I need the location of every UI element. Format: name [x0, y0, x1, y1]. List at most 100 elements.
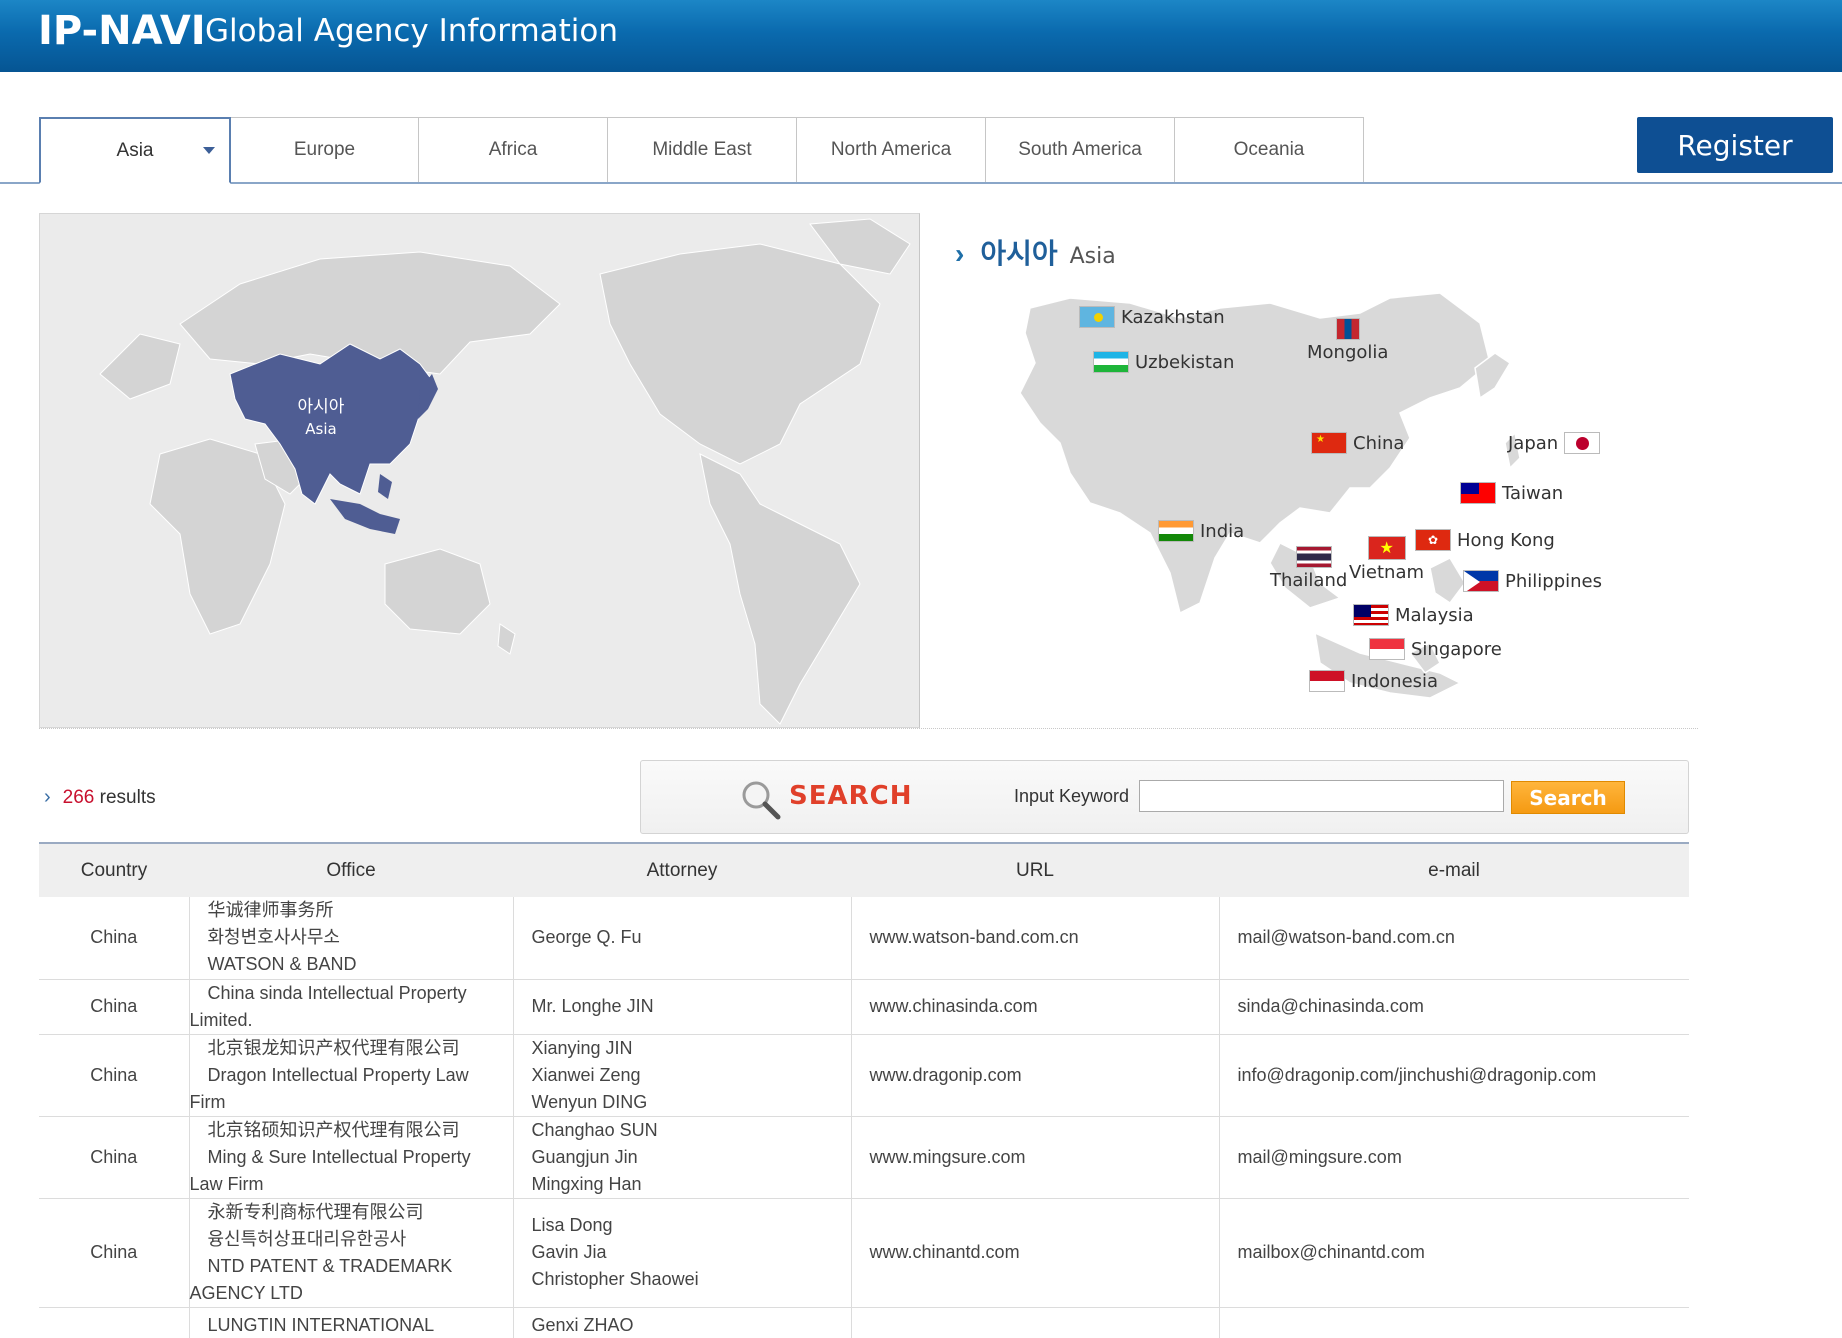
- country-link-vietnam[interactable]: ★ Vietnam: [1349, 536, 1424, 583]
- table-row[interactable]: China 永新专利商标代理有限公司 융신특허상표대리유한공사 NTD PATE…: [39, 1198, 1689, 1308]
- country-link-taiwan[interactable]: Taiwan: [1460, 482, 1563, 504]
- table-row[interactable]: China China sinda Intellectual Property …: [39, 979, 1689, 1035]
- tab-middle-east[interactable]: Middle East: [607, 117, 797, 182]
- email-link[interactable]: info@dragonip.com/jinchushi@dragonip.com: [1238, 1065, 1597, 1085]
- kazakhstan-flag-icon: [1079, 306, 1115, 328]
- cell-country: China: [39, 1116, 189, 1199]
- country-label: Uzbekistan: [1135, 351, 1235, 373]
- country-label: Mongolia: [1307, 342, 1389, 363]
- cell-url[interactable]: www.mingsure.com: [851, 1116, 1220, 1199]
- register-button[interactable]: Register: [1637, 117, 1833, 173]
- taiwan-flag-icon: [1460, 482, 1496, 504]
- tab-label: Middle East: [652, 139, 752, 160]
- country-link-kazakhstan[interactable]: Kazakhstan: [1079, 306, 1225, 328]
- tab-asia[interactable]: Asia: [39, 117, 231, 184]
- attorney-name: George Q. Fu: [531, 927, 642, 948]
- cell-email[interactable]: mailbox@chinantd.com: [1219, 1198, 1689, 1308]
- map-label-en: Asia: [305, 420, 336, 438]
- tab-north-america[interactable]: North America: [796, 117, 986, 182]
- cell-email[interactable]: mail@mingsure.com: [1219, 1116, 1689, 1199]
- asia-map-graphic: [1019, 292, 1521, 699]
- cell-url[interactable]: www.watson-band.com.cn: [851, 897, 1220, 980]
- country-link-hong-kong[interactable]: ✿ Hong Kong: [1415, 529, 1555, 551]
- cell-attorney: Xianying JIN Xianwei Zeng Wenyun DING: [513, 1034, 852, 1117]
- table-row[interactable]: China 北京铭硕知识产权代理有限公司 Ming & Sure Intelle…: [39, 1116, 1689, 1199]
- tab-africa[interactable]: Africa: [418, 117, 608, 182]
- asia-panel-title: › 아시아 Asia: [955, 232, 1116, 272]
- url-link[interactable]: www.chinasinda.com: [870, 996, 1038, 1016]
- office-line: Law Firm: [189, 1173, 264, 1194]
- cell-url[interactable]: www.chinasinda.com: [851, 979, 1220, 1035]
- tab-label: Asia: [116, 139, 154, 161]
- chevron-right-icon: ›: [44, 786, 51, 808]
- cell-email[interactable]: sinda@chinasinda.com: [1219, 979, 1689, 1035]
- cell-country: China: [39, 1034, 189, 1117]
- indonesia-flag-icon: [1309, 670, 1345, 692]
- vietnam-flag-icon: ★: [1367, 536, 1406, 560]
- cell-office: China sinda Intellectual Property Limite…: [188, 979, 514, 1035]
- email-link[interactable]: mailbox@chinantd.com: [1238, 1242, 1425, 1262]
- cell-url[interactable]: www.dragonip.com: [851, 1034, 1220, 1117]
- tab-label: Europe: [293, 139, 356, 160]
- cell-email[interactable]: info@dragonip.com/jinchushi@dragonip.com: [1219, 1034, 1689, 1117]
- country-link-japan[interactable]: Japan: [1508, 432, 1601, 454]
- country-link-philippines[interactable]: Philippines: [1463, 570, 1602, 592]
- office-line: 北京银龙知识产权代理有限公司: [207, 1037, 460, 1058]
- attorney-name: Wenyun DING: [531, 1091, 648, 1112]
- country-link-indonesia[interactable]: Indonesia: [1309, 670, 1438, 692]
- search-button[interactable]: Search: [1511, 781, 1625, 814]
- magnifier-icon: [742, 781, 781, 820]
- country-link-india[interactable]: India: [1158, 520, 1244, 542]
- asia-title-en: Asia: [1069, 244, 1116, 269]
- email-link[interactable]: mail@mingsure.com: [1238, 1147, 1402, 1167]
- column-header-country: Country: [39, 842, 189, 897]
- cell-email[interactable]: [1219, 1307, 1689, 1338]
- tabs-divider: [0, 182, 1842, 184]
- cell-office: 北京银龙知识产权代理有限公司 Dragon Intellectual Prope…: [188, 1034, 514, 1117]
- country-link-thailand[interactable]: Thailand: [1270, 546, 1347, 591]
- agency-table: Country Office Attorney URL e-mail China…: [39, 842, 1689, 1338]
- office-line: 화청변호사사무소: [207, 927, 340, 948]
- mongolia-flag-icon: [1335, 318, 1360, 340]
- office-line: China sinda Intellectual Property: [207, 982, 467, 1003]
- caret-down-icon: [203, 147, 215, 154]
- tab-europe[interactable]: Europe: [230, 117, 419, 182]
- cell-email[interactable]: mail@watson-band.com.cn: [1219, 897, 1689, 980]
- url-link[interactable]: www.watson-band.com.cn: [870, 927, 1079, 947]
- table-row[interactable]: China 北京银龙知识产权代理有限公司 Dragon Intellectual…: [39, 1034, 1689, 1117]
- attorney-name: Lisa Dong: [531, 1215, 613, 1235]
- email-link[interactable]: mail@watson-band.com.cn: [1238, 927, 1455, 947]
- ip-navi-logo[interactable]: IP-NAVI: [38, 8, 206, 54]
- cell-country: China: [39, 897, 189, 980]
- country-link-uzbekistan[interactable]: Uzbekistan: [1093, 351, 1234, 373]
- results-count: 266: [62, 786, 95, 808]
- country-label: Indonesia: [1351, 670, 1439, 692]
- cell-attorney: George Q. Fu: [513, 897, 852, 980]
- email-link[interactable]: sinda@chinasinda.com: [1238, 996, 1424, 1016]
- table-row[interactable]: LUNGTIN INTERNATIONAL Genxi ZHAO: [39, 1307, 1689, 1338]
- table-row[interactable]: China 华诚律师事务所 화청변호사사무소 WATSON & BAND Geo…: [39, 897, 1689, 980]
- country-link-singapore[interactable]: Singapore: [1369, 638, 1502, 660]
- country-label: India: [1200, 520, 1245, 542]
- country-link-mongolia[interactable]: Mongolia: [1307, 318, 1388, 363]
- country-link-china[interactable]: ★ China: [1311, 432, 1404, 454]
- tab-south-america[interactable]: South America: [985, 117, 1175, 182]
- tab-oceania[interactable]: Oceania: [1174, 117, 1364, 182]
- country-link-malaysia[interactable]: Malaysia: [1353, 604, 1474, 626]
- keyword-input[interactable]: [1139, 780, 1504, 812]
- asia-detail-panel: [920, 213, 1698, 728]
- tab-label: South America: [1018, 139, 1142, 160]
- country-label: Hong Kong: [1457, 529, 1555, 551]
- malaysia-flag-icon: [1353, 604, 1389, 626]
- attorney-name: Guangjun Jin: [531, 1146, 638, 1167]
- country-label: Singapore: [1411, 638, 1502, 660]
- url-link[interactable]: www.dragonip.com: [870, 1065, 1022, 1085]
- country-label: Vietnam: [1349, 562, 1425, 583]
- url-link[interactable]: www.chinantd.com: [870, 1242, 1020, 1262]
- country-label: Taiwan: [1502, 482, 1564, 504]
- cell-url[interactable]: [851, 1307, 1220, 1338]
- attorney-name: Mingxing Han: [531, 1173, 642, 1194]
- url-link[interactable]: www.mingsure.com: [870, 1147, 1026, 1167]
- results-summary: › 266 results: [44, 786, 156, 809]
- cell-url[interactable]: www.chinantd.com: [851, 1198, 1220, 1308]
